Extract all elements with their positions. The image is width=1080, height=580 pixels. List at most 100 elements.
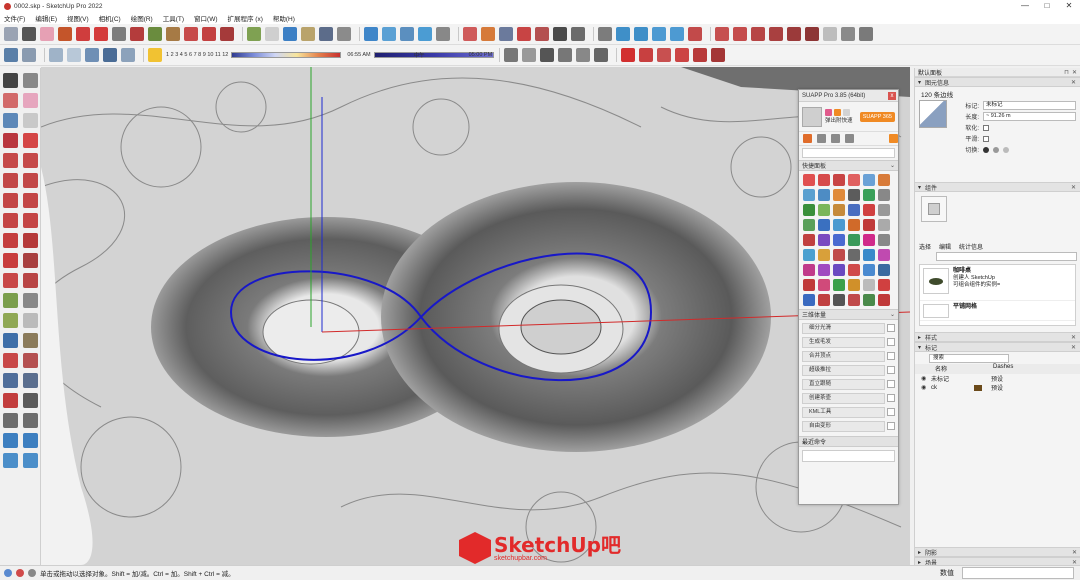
list-item[interactable]: 咖啡桌 创建人 SketchUp 可组合组件的实例= xyxy=(920,265,1075,301)
close-icon[interactable]: ✕ xyxy=(1071,344,1076,351)
settings-icon[interactable] xyxy=(887,408,895,416)
walk-icon[interactable] xyxy=(517,27,531,41)
follow-me-icon[interactable] xyxy=(166,27,180,41)
tool-icon[interactable] xyxy=(848,234,860,246)
tape-measure-icon[interactable] xyxy=(3,293,18,308)
smoove-icon[interactable] xyxy=(841,27,855,41)
tool-icon[interactable] xyxy=(878,189,890,201)
view-iso-icon[interactable] xyxy=(598,27,612,41)
tool-icon[interactable] xyxy=(878,279,890,291)
tool-icon[interactable] xyxy=(818,174,830,186)
circle-icon[interactable] xyxy=(3,173,18,188)
tool-icon[interactable] xyxy=(848,204,860,216)
tool-icon[interactable] xyxy=(818,234,830,246)
wireframe-icon[interactable] xyxy=(49,48,63,62)
tool-icon[interactable] xyxy=(848,264,860,276)
account-icon[interactable] xyxy=(436,27,450,41)
tool-icon[interactable] xyxy=(818,219,830,231)
tool-icon[interactable] xyxy=(878,234,890,246)
look-around-icon[interactable] xyxy=(535,27,549,41)
measurements-input[interactable] xyxy=(962,567,1074,579)
command-label[interactable]: 自由变形 xyxy=(802,420,885,432)
axes-icon[interactable] xyxy=(3,333,18,348)
tool-icon[interactable] xyxy=(848,219,860,231)
suapp-search-input[interactable] xyxy=(802,148,895,158)
suapp-target-icon[interactable] xyxy=(675,48,690,62)
command-label[interactable]: KML工具 xyxy=(802,406,885,418)
close-icon[interactable]: ✕ xyxy=(1072,549,1077,556)
move-icon[interactable] xyxy=(3,233,18,248)
move-icon[interactable] xyxy=(184,27,198,41)
tool-icon[interactable] xyxy=(818,294,830,306)
soften-checkbox[interactable] xyxy=(983,124,989,131)
protractor-icon[interactable] xyxy=(3,313,18,328)
layout-icon[interactable] xyxy=(400,27,414,41)
zoom-extents-icon[interactable] xyxy=(3,393,18,408)
view-right-icon[interactable] xyxy=(652,27,666,41)
menu-view[interactable]: 视图(V) xyxy=(67,13,89,23)
close-icon[interactable]: ✕ xyxy=(1071,79,1076,86)
stamp-icon[interactable] xyxy=(859,27,873,41)
split-view-icon[interactable] xyxy=(594,48,609,62)
tool-icon[interactable] xyxy=(803,219,815,231)
tool-icon[interactable] xyxy=(878,174,890,186)
target-icon[interactable] xyxy=(522,48,537,62)
eraser-icon[interactable] xyxy=(23,93,38,108)
mass-section-header[interactable]: 三维体量 ⌄ xyxy=(799,309,898,320)
tool-icon[interactable] xyxy=(878,204,890,216)
arc-icon[interactable] xyxy=(76,27,90,41)
tool-icon[interactable] xyxy=(863,234,875,246)
orbit-icon[interactable] xyxy=(337,27,351,41)
list-item[interactable]: 自由变形 xyxy=(802,420,895,432)
axes-icon[interactable] xyxy=(283,27,297,41)
list-item[interactable]: 创建茶壶 xyxy=(802,392,895,404)
tool-icon[interactable] xyxy=(863,204,875,216)
section-plane-icon[interactable] xyxy=(463,27,477,41)
close-button[interactable]: ✕ xyxy=(1058,0,1080,12)
close-icon[interactable]: ✕ xyxy=(1071,184,1076,191)
view-back-icon[interactable] xyxy=(670,27,684,41)
shape-icon[interactable] xyxy=(94,27,108,41)
component-icon[interactable] xyxy=(3,113,18,128)
tool-icon[interactable] xyxy=(848,189,860,201)
tape-measure-icon[interactable] xyxy=(247,27,261,41)
position-camera-icon[interactable] xyxy=(553,27,567,41)
select-icon[interactable] xyxy=(3,73,18,88)
paint-bucket-icon[interactable] xyxy=(112,27,126,41)
eye-icon[interactable]: ◉ xyxy=(921,384,931,391)
settings-icon[interactable] xyxy=(887,324,895,332)
tool-icon[interactable] xyxy=(833,204,845,216)
eye-icon[interactable] xyxy=(504,48,519,62)
entity-info-header[interactable]: ▾ 图元信息 ✕ xyxy=(915,77,1080,87)
drive-icon[interactable] xyxy=(576,48,591,62)
suapp-icon[interactable] xyxy=(621,48,636,62)
shaded-texture-icon[interactable] xyxy=(103,48,117,62)
lasso-icon[interactable] xyxy=(23,73,38,88)
list-item[interactable]: 合并顶点 xyxy=(802,350,895,362)
tab-edit[interactable]: 编辑 xyxy=(939,242,951,251)
xray-icon[interactable] xyxy=(4,48,18,62)
tool-icon[interactable] xyxy=(803,264,815,276)
menu-tools[interactable]: 工具(T) xyxy=(163,13,184,23)
tool-icon[interactable] xyxy=(833,249,845,261)
suapp-lock-icon[interactable] xyxy=(657,48,672,62)
line-icon[interactable] xyxy=(3,133,18,148)
command-label[interactable]: 细分光滑 xyxy=(802,322,885,334)
tool-icon[interactable] xyxy=(878,264,890,276)
tool-icon[interactable] xyxy=(803,189,815,201)
close-icon[interactable]: ✕ xyxy=(1071,334,1076,341)
table-row[interactable]: ◉ ck 预设 xyxy=(915,383,1080,392)
list-item[interactable]: 直立跟随 xyxy=(802,378,895,390)
list-item[interactable]: 超级推拉 xyxy=(802,364,895,376)
tool-icon[interactable] xyxy=(848,174,860,186)
subtract-icon[interactable] xyxy=(769,27,783,41)
tool-icon[interactable] xyxy=(803,204,815,216)
paint-bucket-icon[interactable] xyxy=(3,93,18,108)
view-left-icon[interactable] xyxy=(688,27,702,41)
monochrome-icon[interactable] xyxy=(121,48,135,62)
warehouse-icon[interactable] xyxy=(364,27,378,41)
command-label[interactable]: 生成毛发 xyxy=(802,336,885,348)
union-icon[interactable] xyxy=(751,27,765,41)
geo-location-icon[interactable] xyxy=(4,569,12,577)
tool-icon[interactable] xyxy=(818,189,830,201)
